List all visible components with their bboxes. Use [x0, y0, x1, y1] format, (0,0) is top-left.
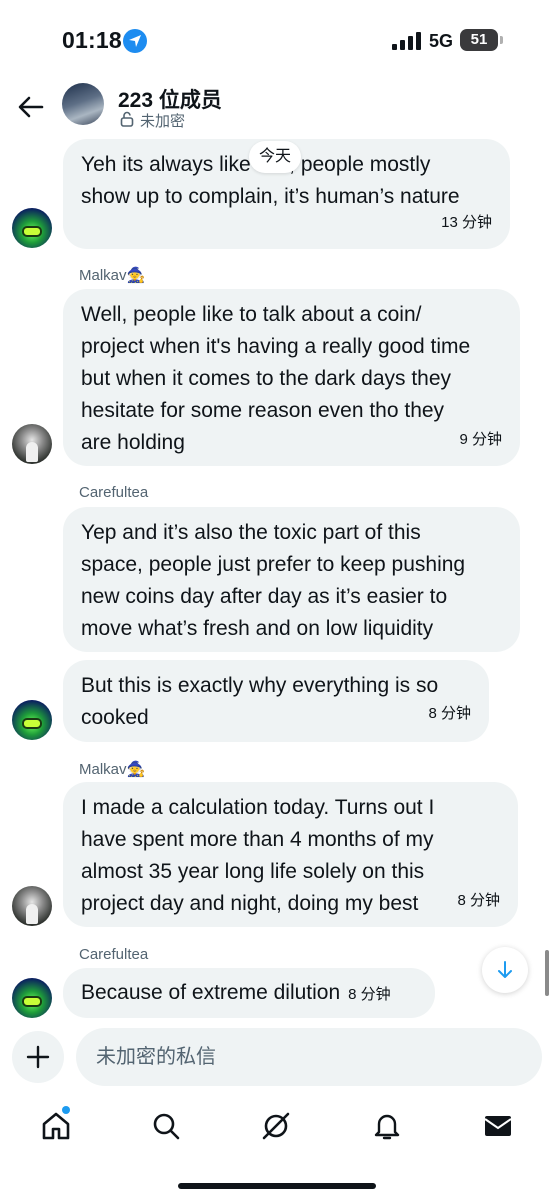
status-time: 01:18 [62, 27, 122, 53]
scroll-to-bottom-button[interactable] [482, 947, 528, 993]
network-type: 5G [429, 31, 454, 51]
home-icon[interactable] [40, 1110, 72, 1142]
message-text: Yep and it’s also the toxic part of this… [81, 521, 466, 640]
message-text: I made a calculation today. Turns out I … [81, 796, 435, 915]
back-arrow-icon[interactable] [16, 92, 46, 122]
message-text: Well, people like to talk about a coin/ … [81, 303, 471, 454]
sender-name: Malkav🧙 [79, 761, 146, 778]
message-bubble[interactable]: Yep and it’s also the toxic part of this… [63, 507, 520, 652]
grok-icon[interactable] [260, 1110, 292, 1142]
message-bubble[interactable]: I made a calculation today. Turns out I … [63, 782, 518, 927]
search-icon[interactable] [150, 1110, 182, 1142]
avatar[interactable] [12, 208, 52, 248]
date-divider: 今天 [249, 141, 302, 173]
message-time: 9 分钟 [459, 431, 502, 448]
scrollbar[interactable] [545, 950, 549, 996]
home-indicator [178, 1183, 376, 1189]
avatar[interactable] [12, 886, 52, 926]
message-bubble[interactable]: Well, people like to talk about a coin/ … [63, 289, 520, 466]
message-text: Because of extreme dilution [81, 981, 341, 1004]
add-attachment-button[interactable] [12, 1031, 64, 1083]
sender-name: Carefultea [79, 484, 149, 501]
battery-icon: 51 [460, 29, 498, 51]
message-input[interactable] [76, 1028, 542, 1086]
message-text: But this is exactly why everything is so… [81, 674, 439, 729]
message-bubble[interactable]: Because of extreme dilution 8 分钟 [63, 968, 435, 1018]
status-bar: 01:18 5G 51 [0, 0, 553, 80]
cellular-signal-icon [392, 32, 421, 50]
avatar[interactable] [12, 978, 52, 1018]
notification-dot [62, 1106, 70, 1114]
message-time: 13 分钟 [441, 214, 492, 231]
message-time: 8 分钟 [428, 705, 471, 722]
message-time: 8 分钟 [348, 986, 391, 1003]
battery-tip [500, 36, 503, 44]
plus-icon [26, 1045, 50, 1069]
sender-name: Malkav🧙 [79, 267, 146, 284]
arrow-down-icon [498, 961, 512, 978]
location-icon [123, 29, 147, 53]
encryption-status: 未加密 [140, 113, 186, 130]
message-bubble[interactable]: But this is exactly why everything is so… [63, 660, 489, 742]
sender-name: Carefultea [79, 946, 149, 963]
message-time: 8 分钟 [457, 892, 500, 909]
avatar[interactable] [12, 424, 52, 464]
group-avatar[interactable] [62, 83, 104, 125]
mail-icon[interactable] [482, 1110, 514, 1142]
bell-icon[interactable] [371, 1110, 403, 1142]
lock-icon [120, 111, 134, 127]
avatar[interactable] [12, 700, 52, 740]
